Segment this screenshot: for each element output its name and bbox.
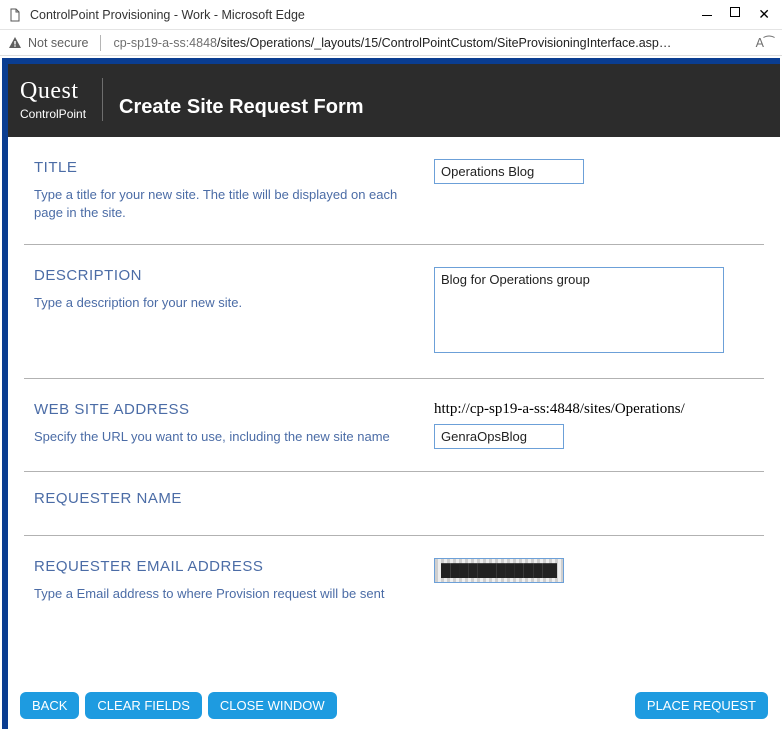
address-bar: Not secure cp-sp19-a-ss:4848/sites/Opera… (0, 30, 782, 56)
read-aloud-icon[interactable]: A⁀ (756, 35, 774, 50)
title-label: TITLE (34, 159, 414, 176)
back-button[interactable]: BACK (20, 692, 79, 719)
section-description: DESCRIPTION Type a description for your … (24, 245, 764, 379)
maximize-button[interactable] (730, 7, 740, 17)
browser-titlebar: ControlPoint Provisioning - Work - Micro… (0, 0, 782, 30)
close-window-button[interactable]: ✕ (758, 7, 770, 23)
section-title: TITLE Type a title for your new site. Th… (24, 137, 764, 245)
requester-name-label: REQUESTER NAME (34, 490, 414, 507)
section-requester-email: REQUESTER EMAIL ADDRESS Type a Email add… (24, 536, 764, 625)
header-band: Quest ControlPoint Create Site Request F… (8, 64, 780, 137)
requester-email-input[interactable] (434, 558, 564, 583)
description-textarea[interactable]: Blog for Operations group (434, 267, 724, 353)
close-window-button2[interactable]: CLOSE WINDOW (208, 692, 337, 719)
page-frame: Quest ControlPoint Create Site Request F… (2, 58, 780, 729)
clear-fields-button[interactable]: CLEAR FIELDS (85, 692, 201, 719)
address-base-url: http://cp-sp19-a-ss:4848/sites/Operation… (434, 401, 758, 418)
page-title: Create Site Request Form (119, 96, 364, 121)
product-brand: Quest ControlPoint (20, 78, 103, 121)
url-text[interactable]: cp-sp19-a-ss:4848/sites/Operations/_layo… (113, 36, 743, 50)
address-input[interactable] (434, 424, 564, 449)
brand-quest: Quest (20, 78, 86, 105)
not-secure-badge[interactable]: Not secure (8, 36, 88, 50)
not-secure-label: Not secure (28, 36, 88, 50)
requester-email-help: Type a Email address to where Provision … (34, 585, 414, 603)
minimize-button[interactable] (702, 7, 712, 23)
warning-icon (8, 36, 22, 50)
page-icon (8, 8, 22, 22)
brand-controlpoint: ControlPoint (20, 107, 86, 121)
place-request-button[interactable]: PLACE REQUEST (635, 692, 768, 719)
section-requester-name: REQUESTER NAME (24, 472, 764, 536)
window-title: ControlPoint Provisioning - Work - Micro… (30, 8, 702, 22)
title-help: Type a title for your new site. The titl… (34, 186, 414, 222)
address-help: Specify the URL you want to use, includi… (34, 428, 414, 446)
description-label: DESCRIPTION (34, 267, 414, 284)
title-input[interactable] (434, 159, 584, 184)
requester-email-label: REQUESTER EMAIL ADDRESS (34, 558, 414, 575)
address-label: WEB SITE ADDRESS (34, 401, 414, 418)
form-body: TITLE Type a title for your new site. Th… (8, 137, 780, 690)
section-address: WEB SITE ADDRESS Specify the URL you wan… (24, 379, 764, 472)
button-row: BACK CLEAR FIELDS CLOSE WINDOW PLACE REQ… (8, 690, 780, 729)
window-controls: ✕ (702, 7, 770, 23)
divider (100, 35, 101, 51)
description-help: Type a description for your new site. (34, 294, 414, 312)
